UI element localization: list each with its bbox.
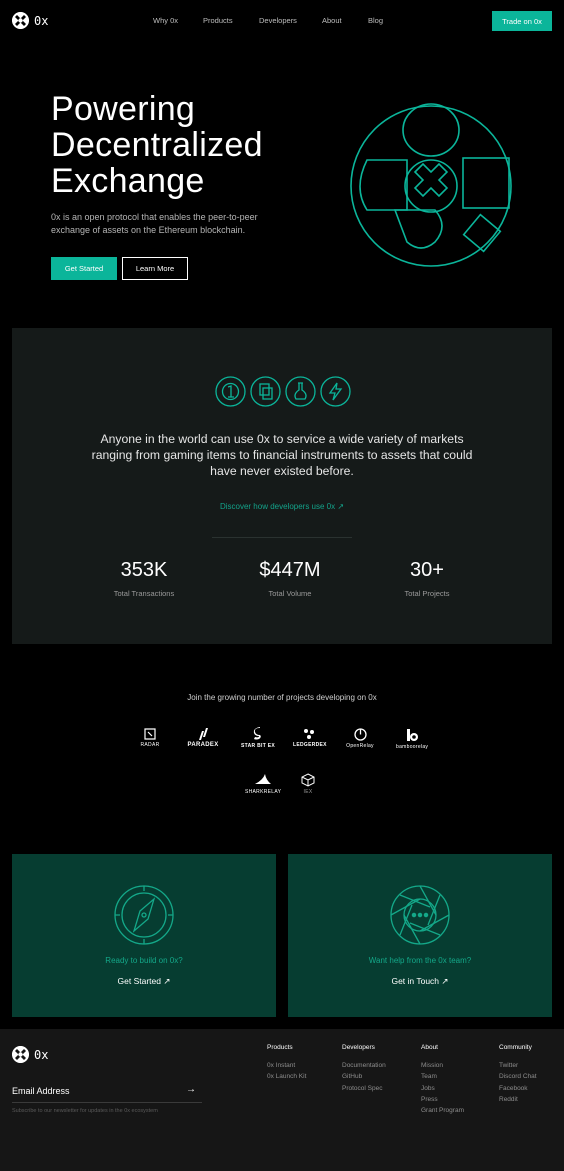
iex-logo[interactable]: IEX xyxy=(296,773,320,795)
build-on-0x-card[interactable]: Ready to build on 0x? Get Started ↗ xyxy=(12,854,276,1017)
footer-column-community: Community Twitter Discord Chat Facebook … xyxy=(499,1044,537,1105)
footer-column-title: Developers xyxy=(342,1044,375,1051)
panel-icons xyxy=(215,376,351,407)
project-name: OpenRelay xyxy=(346,743,374,749)
stat-volume: $447M Total Volume xyxy=(230,559,350,598)
get-in-touch-card[interactable]: Want help from the 0x team? Get in Touch… xyxy=(288,854,552,1017)
hero-title-line: Exchange xyxy=(51,162,205,200)
footer-link[interactable]: Jobs xyxy=(421,1083,464,1094)
nav-link-why-0x[interactable]: Why 0x xyxy=(153,16,178,25)
stat-value: 353K xyxy=(120,559,168,581)
paradex-icon xyxy=(199,728,208,740)
stats-panel: Anyone in the world can use 0x to servic… xyxy=(12,328,552,644)
project-name: LEDGERDEX xyxy=(293,742,327,748)
footer: 0x Email Address → Subscribe to our news… xyxy=(0,1029,564,1171)
footer-link[interactable]: Mission xyxy=(421,1060,464,1071)
footer-column-products: Products 0x Instant 0x Launch Kit xyxy=(267,1044,306,1083)
stat-label: Total Transactions xyxy=(113,589,175,598)
projects-title: Join the growing number of projects deve… xyxy=(187,693,377,702)
project-name: SHARKRELAY xyxy=(245,789,282,795)
trade-on-0x-button[interactable]: Trade on 0x xyxy=(492,11,552,31)
footer-column-title: About xyxy=(421,1044,438,1051)
openrelay-icon xyxy=(353,728,367,741)
footer-link[interactable]: 0x Instant xyxy=(267,1060,306,1071)
stat-value: $447M xyxy=(259,559,321,581)
hero-title-line: Powering xyxy=(51,90,196,128)
nav-link-about[interactable]: About xyxy=(322,16,342,25)
documents-icon xyxy=(250,376,281,407)
footer-column-about: About Mission Team Jobs Press Grant Prog… xyxy=(421,1044,464,1116)
get-started-button[interactable]: Get Started xyxy=(51,257,117,280)
hero-title: Powering Decentralized Exchange xyxy=(51,91,263,199)
logo-text: 0x xyxy=(34,1047,49,1062)
footer-link[interactable]: Grant Program xyxy=(421,1105,464,1116)
radar-logo[interactable]: RADAR xyxy=(135,728,165,748)
nav-link-products[interactable]: Products xyxy=(203,16,233,25)
iex-cube-icon xyxy=(301,773,315,787)
bamboorelay-icon xyxy=(407,729,418,741)
ledgerdex-logo[interactable]: LEDGERDEX xyxy=(293,728,327,748)
subscribe-arrow-icon[interactable]: → xyxy=(186,1084,196,1095)
hero-title-line: Decentralized xyxy=(51,126,263,164)
project-name: bamboorelay xyxy=(396,744,429,750)
footer-link[interactable]: Facebook xyxy=(499,1083,537,1094)
project-name: RADAR xyxy=(140,742,160,748)
compass-icon xyxy=(114,885,174,945)
footer-link[interactable]: 0x Launch Kit xyxy=(267,1071,306,1082)
cta-link[interactable]: Get in Touch ↗ xyxy=(288,976,552,987)
top-nav: 0x Why 0x Products Developers About Blog… xyxy=(0,0,564,42)
flask-icon xyxy=(285,376,316,407)
coin-icon xyxy=(215,376,246,407)
cta-heading: Ready to build on 0x? xyxy=(105,956,183,965)
cta-heading: Want help from the 0x team? xyxy=(368,956,472,965)
footer-link[interactable]: Twitter xyxy=(499,1060,537,1071)
bamboorelay-logo[interactable]: bamboorelay xyxy=(396,728,428,750)
stat-transactions: 353K Total Transactions xyxy=(84,559,204,598)
lightning-icon xyxy=(320,376,351,407)
divider xyxy=(212,537,352,538)
nav-link-blog[interactable]: Blog xyxy=(368,16,383,25)
ledgerdex-icon xyxy=(304,729,314,739)
panel-description: Anyone in the world can use 0x to servic… xyxy=(91,432,473,478)
footer-column-title: Community xyxy=(499,1044,532,1051)
sharkrelay-logo[interactable]: SHARKRELAY xyxy=(245,773,281,795)
discover-developers-link[interactable]: Discover how developers use 0x ↗ xyxy=(12,502,552,511)
project-name: STAR BIT EX xyxy=(240,743,276,749)
stat-projects: 30+ Total Projects xyxy=(367,559,487,598)
sharkrelay-icon xyxy=(255,774,271,784)
footer-link[interactable]: Reddit xyxy=(499,1094,537,1105)
starbitex-logo[interactable]: STAR BIT EX xyxy=(240,727,276,749)
project-name: PARADEX xyxy=(187,742,219,748)
email-underline xyxy=(12,1102,202,1103)
footer-link[interactable]: Team xyxy=(421,1071,464,1082)
radar-icon xyxy=(144,728,156,740)
project-name: IEX xyxy=(303,789,313,795)
footer-link[interactable]: Protocol Spec xyxy=(342,1083,386,1094)
nav-link-developers[interactable]: Developers xyxy=(259,16,297,25)
0x-logo-icon xyxy=(12,1046,29,1063)
openrelay-logo[interactable]: OpenRelay xyxy=(344,728,376,749)
stat-label: Total Volume xyxy=(268,589,312,598)
footer-column-title: Products xyxy=(267,1044,293,1051)
hero-illustration-icon xyxy=(350,103,512,267)
stat-label: Total Projects xyxy=(404,589,450,598)
cta-link[interactable]: Get Started ↗ xyxy=(12,976,276,987)
hero-subtitle: 0x is an open protocol that enables the … xyxy=(51,212,258,235)
paradex-logo[interactable]: PARADEX xyxy=(184,728,222,748)
chat-aperture-icon xyxy=(390,885,450,945)
footer-link[interactable]: Discord Chat xyxy=(499,1071,537,1082)
footer-column-developers: Developers Documentation GitHub Protocol… xyxy=(342,1044,386,1094)
email-field[interactable]: Email Address xyxy=(12,1086,70,1096)
stat-value: 30+ xyxy=(410,559,444,581)
newsletter-note: Subscribe to our newsletter for updates … xyxy=(12,1108,158,1114)
starbitex-icon xyxy=(253,727,261,740)
footer-link[interactable]: Documentation xyxy=(342,1060,386,1071)
nav-links: Why 0x Products Developers About Blog xyxy=(0,16,564,28)
learn-more-button[interactable]: Learn More xyxy=(122,257,188,280)
footer-logo-link[interactable]: 0x xyxy=(12,1046,48,1063)
footer-link[interactable]: GitHub xyxy=(342,1071,386,1082)
footer-link[interactable]: Press xyxy=(421,1094,464,1105)
